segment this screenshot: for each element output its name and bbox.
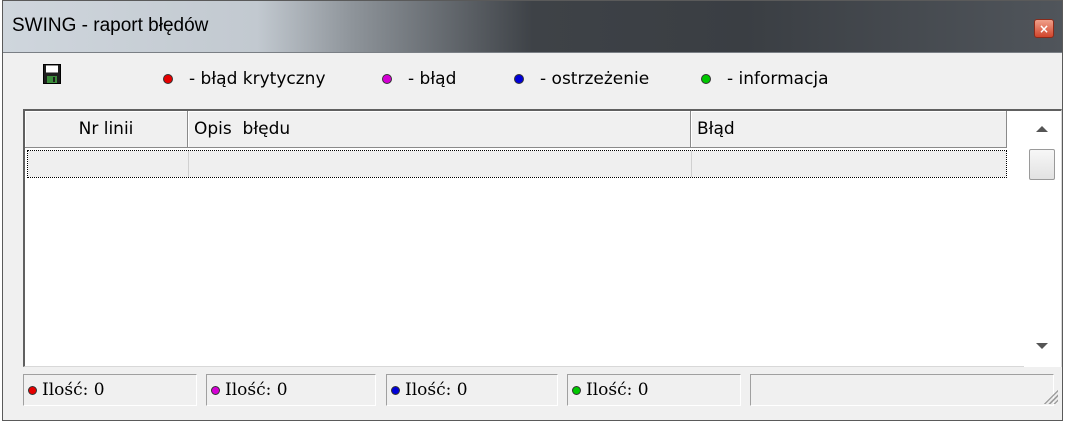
scroll-up-arrow-icon[interactable] [1036, 126, 1048, 132]
blue-dot-icon [514, 74, 524, 84]
status-info-count-label: Ilość: 0 [586, 380, 649, 400]
status-critical-count-label: Ilość: 0 [42, 380, 105, 400]
legend-info-label: - informacja [727, 69, 829, 89]
status-error-count-label: Ilość: 0 [225, 380, 288, 400]
legend-info: - informacja [701, 69, 829, 89]
close-icon: × [1038, 21, 1050, 36]
column-header-error-description[interactable]: Opis błędu [188, 111, 691, 148]
legend-warning: - ostrzeżenie [514, 69, 649, 89]
status-bar: Ilość: 0 Ilość: 0 Ilość: 0 Ilość: 0 [23, 372, 1062, 408]
magenta-dot-icon [211, 385, 220, 395]
window-title: SWING - raport błędów [12, 15, 209, 36]
table-cell[interactable] [692, 151, 1006, 177]
status-critical-count: Ilość: 0 [23, 374, 197, 406]
legend-error-label: - błąd [408, 69, 457, 89]
red-dot-icon [163, 74, 173, 84]
table-cell[interactable] [28, 151, 189, 177]
toolbar: - błąd krytyczny - błąd - ostrzeżenie - … [11, 58, 1062, 109]
column-header-error[interactable]: Błąd [691, 111, 1007, 148]
legend-error: - błąd [382, 69, 456, 89]
grid-header: Nr linii Opis błędu Błąd [25, 111, 1007, 148]
resize-grip-icon[interactable] [1042, 388, 1058, 404]
legend-warning-label: - ostrzeżenie [540, 69, 650, 89]
legend-critical-error: - błąd krytyczny [163, 69, 326, 89]
status-warning-count-label: Ilość: 0 [405, 380, 468, 400]
status-warning-count: Ilość: 0 [386, 374, 558, 406]
legend-critical-error-label: - błąd krytyczny [189, 69, 326, 89]
error-report-window: SWING - raport błędów × - błąd krytyczny… [2, 0, 1063, 421]
blue-dot-icon [391, 385, 400, 395]
green-dot-icon [572, 385, 581, 395]
table-cell[interactable] [189, 151, 692, 177]
status-info-count: Ilość: 0 [567, 374, 741, 406]
column-header-line-number[interactable]: Nr linii [25, 111, 188, 148]
scroll-down-arrow-icon[interactable] [1036, 343, 1048, 349]
error-grid[interactable]: Nr linii Opis błędu Błąd [23, 109, 1062, 367]
close-button[interactable]: × [1034, 19, 1054, 38]
table-row[interactable] [27, 150, 1007, 178]
title-bar[interactable]: SWING - raport błędów × [3, 1, 1062, 53]
status-extra-panel [750, 374, 1054, 406]
magenta-dot-icon [382, 74, 392, 84]
scroll-thumb[interactable] [1029, 149, 1055, 180]
vertical-scrollbar[interactable] [1024, 111, 1061, 367]
floppy-disk-icon[interactable] [43, 64, 61, 84]
status-error-count: Ilość: 0 [206, 374, 376, 406]
red-dot-icon [28, 385, 37, 395]
green-dot-icon [701, 74, 711, 84]
